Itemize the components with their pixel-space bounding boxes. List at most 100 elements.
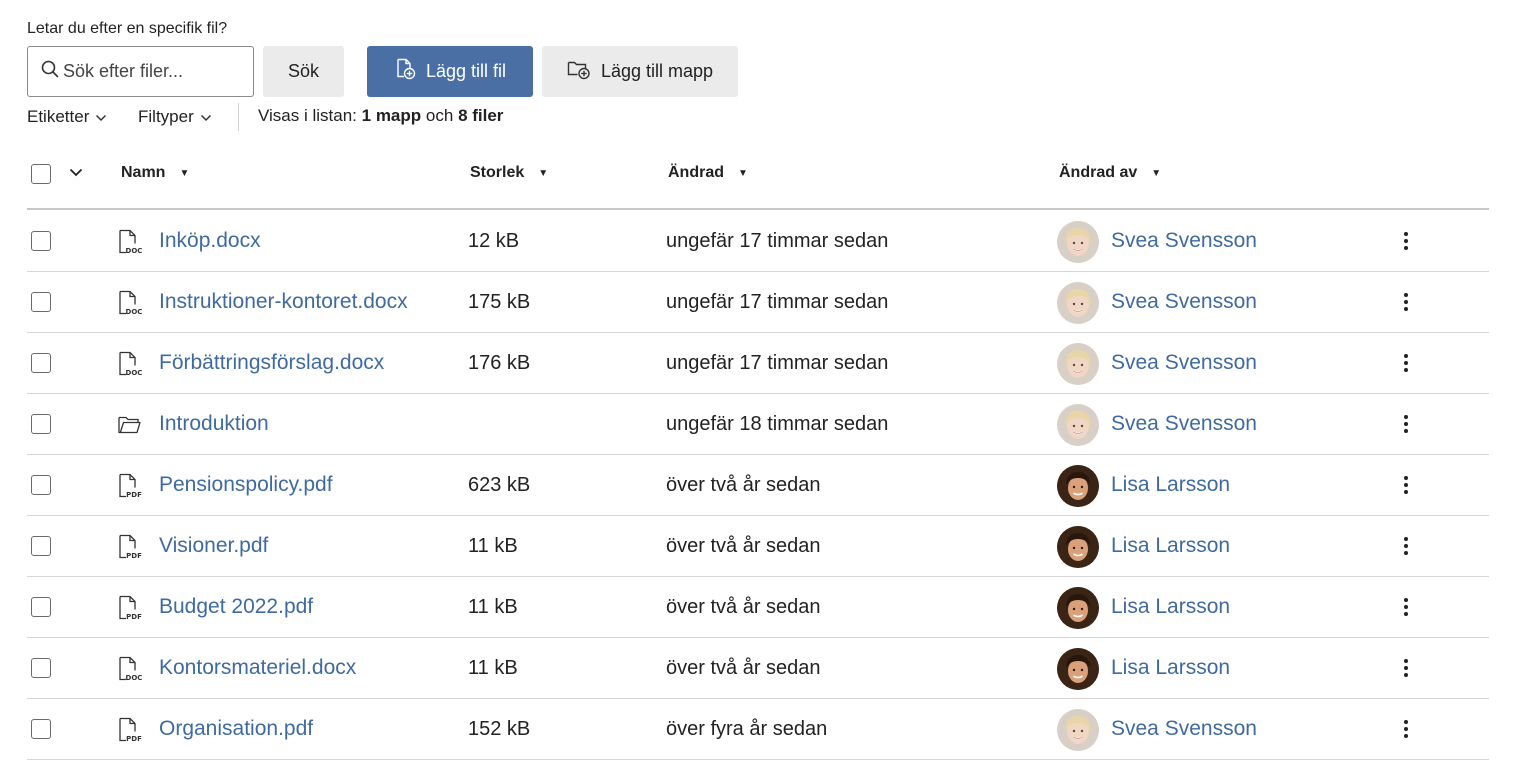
chevron-down-icon: [89, 107, 107, 127]
column-name-label: Namn: [121, 164, 166, 181]
file-name-link[interactable]: Inköp.docx: [159, 229, 261, 253]
table-row: Introduktion ungefär 18 timmar sedan Svea …: [27, 394, 1489, 455]
file-name-link[interactable]: Visioner.pdf: [159, 534, 268, 558]
row-checkbox[interactable]: [31, 536, 51, 556]
avatar-lisa: [1057, 587, 1099, 629]
more-vertical-icon[interactable]: [1397, 534, 1415, 558]
file-size: 11 kB: [468, 535, 518, 557]
tags-filter-label: Etiketter: [27, 107, 90, 126]
table-row: DOC Instruktioner-kontoret.docx 175 kB unge…: [27, 272, 1489, 333]
file-name-link[interactable]: Introduktion: [159, 412, 269, 436]
search-input[interactable]: [63, 61, 243, 82]
file-name-link[interactable]: Förbättringsförslag.docx: [159, 351, 384, 375]
row-checkbox[interactable]: [31, 719, 51, 739]
svg-text:PDF: PDF: [126, 491, 142, 499]
svg-text:DOC: DOC: [126, 674, 143, 682]
row-checkbox[interactable]: [31, 658, 51, 678]
table-row: DOC Förbättringsförslag.docx 176 kB ungefär…: [27, 333, 1489, 394]
column-modified-label: Ändrad: [668, 164, 724, 181]
more-vertical-icon[interactable]: [1397, 595, 1415, 619]
modified-by-link[interactable]: Svea Svensson: [1111, 229, 1257, 253]
column-header-name[interactable]: Namn ▼: [121, 150, 189, 196]
summary-conjunction: och: [425, 106, 454, 125]
modified-by-link[interactable]: Lisa Larsson: [1111, 534, 1230, 558]
row-checkbox[interactable]: [31, 597, 51, 617]
modified-time: över två år sedan: [666, 535, 821, 557]
search-label: Letar du efter en specifik fil?: [27, 20, 228, 37]
more-vertical-icon[interactable]: [1397, 717, 1415, 741]
doc-file-icon: DOC: [117, 229, 143, 260]
avatar-svea: [1057, 282, 1099, 324]
row-checkbox[interactable]: [31, 292, 51, 312]
sort-down-icon: ▼: [1151, 167, 1162, 179]
modified-by-link[interactable]: Lisa Larsson: [1111, 473, 1230, 497]
search-field[interactable]: [27, 46, 254, 97]
row-checkbox[interactable]: [31, 475, 51, 495]
avatar-svea: [1057, 343, 1099, 385]
list-summary: Visas i listan: 1 mapp och 8 filer: [258, 106, 503, 126]
folder-plus-icon: [567, 58, 601, 85]
add-file-label: Lägg till fil: [425, 61, 507, 81]
svg-text:PDF: PDF: [126, 613, 142, 621]
avatar-lisa: [1057, 648, 1099, 690]
row-checkbox[interactable]: [31, 231, 51, 251]
more-vertical-icon[interactable]: [1397, 473, 1415, 497]
file-name-link[interactable]: Budget 2022.pdf: [159, 595, 313, 619]
select-all-checkbox[interactable]: [31, 164, 51, 184]
column-header-modified[interactable]: Ändrad ▼: [668, 150, 748, 196]
doc-file-icon: DOC: [117, 351, 143, 382]
summary-prefix: Visas i listan:: [258, 106, 357, 125]
modified-time: över fyra år sedan: [666, 718, 828, 740]
svg-text:DOC: DOC: [126, 247, 143, 255]
avatar-svea: [1057, 404, 1099, 446]
more-vertical-icon[interactable]: [1397, 656, 1415, 680]
modified-by-link[interactable]: Svea Svensson: [1111, 717, 1257, 741]
avatar-svea: [1057, 709, 1099, 751]
add-file-button[interactable]: Lägg till fil: [367, 46, 533, 97]
row-checkbox[interactable]: [31, 414, 51, 434]
filter-divider: [238, 103, 239, 131]
modified-time: över två år sedan: [666, 474, 821, 496]
file-size: 152 kB: [468, 718, 531, 740]
modified-by-link[interactable]: Lisa Larsson: [1111, 595, 1230, 619]
file-name-link[interactable]: Instruktioner-kontoret.docx: [159, 290, 408, 314]
chevron-down-icon: [69, 164, 83, 182]
table-row: DOC Inköp.docx 12 kB ungefär 17 timmar seda…: [27, 211, 1489, 272]
modified-time: över två år sedan: [666, 657, 821, 679]
table-header: Namn ▼ Storlek ▼ Ändrad ▼ Ändrad av ▼: [27, 150, 1489, 210]
file-size: 11 kB: [468, 596, 518, 618]
search-icon: [41, 60, 59, 83]
column-header-size[interactable]: Storlek ▼: [470, 150, 548, 196]
search-button[interactable]: Sök: [263, 46, 344, 97]
modified-time: ungefär 18 timmar sedan: [666, 413, 889, 435]
row-checkbox[interactable]: [31, 353, 51, 373]
file-name-link[interactable]: Organisation.pdf: [159, 717, 313, 741]
file-size: 12 kB: [468, 230, 520, 252]
file-size: 11 kB: [468, 657, 518, 679]
pdf-file-icon: PDF: [117, 717, 143, 748]
table-row: PDF Organisation.pdf 152 kB över fyra år se…: [27, 699, 1489, 760]
filetypes-filter[interactable]: Filtyper: [138, 105, 212, 129]
modified-by-link[interactable]: Lisa Larsson: [1111, 656, 1230, 680]
sort-down-icon: ▼: [538, 167, 549, 179]
more-vertical-icon[interactable]: [1397, 229, 1415, 253]
tags-filter[interactable]: Etiketter: [27, 105, 107, 129]
avatar-svea: [1057, 221, 1099, 263]
more-vertical-icon[interactable]: [1397, 351, 1415, 375]
more-vertical-icon[interactable]: [1397, 290, 1415, 314]
add-folder-button[interactable]: Lägg till mapp: [542, 46, 738, 97]
file-name-link[interactable]: Kontorsmateriel.docx: [159, 656, 356, 680]
file-name-link[interactable]: Pensionspolicy.pdf: [159, 473, 333, 497]
column-header-modified-by[interactable]: Ändrad av ▼: [1059, 150, 1161, 196]
column-size-label: Storlek: [470, 164, 525, 181]
modified-by-link[interactable]: Svea Svensson: [1111, 351, 1257, 375]
modified-by-link[interactable]: Svea Svensson: [1111, 290, 1257, 314]
svg-text:DOC: DOC: [126, 369, 143, 377]
modified-time: ungefär 17 timmar sedan: [666, 230, 889, 252]
file-size: 623 kB: [468, 474, 531, 496]
file-size: 175 kB: [468, 291, 531, 313]
bulk-actions-toggle[interactable]: [69, 150, 83, 196]
modified-time: ungefär 17 timmar sedan: [666, 352, 889, 374]
more-vertical-icon[interactable]: [1397, 412, 1415, 436]
modified-by-link[interactable]: Svea Svensson: [1111, 412, 1257, 436]
